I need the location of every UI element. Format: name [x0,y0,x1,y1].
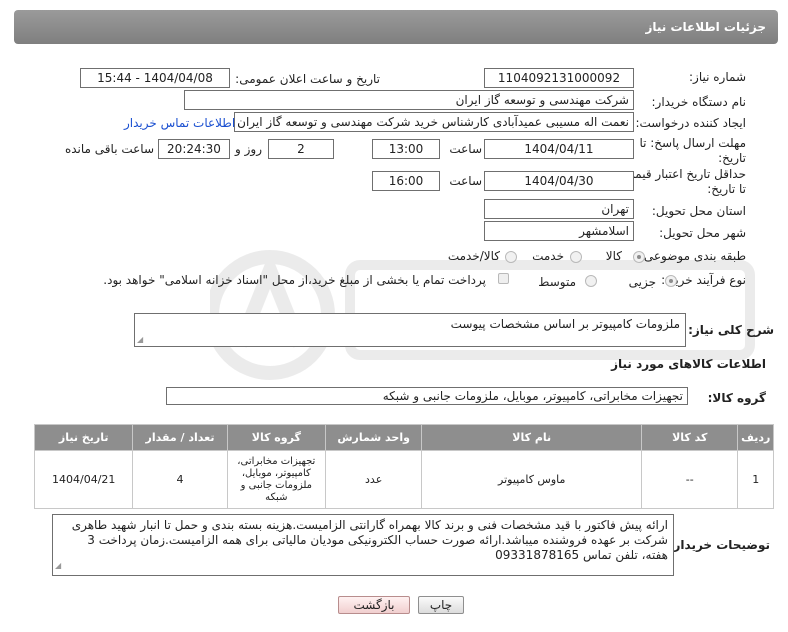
city-field: اسلامشهر [484,221,634,241]
goods-group-label: گروه کالا: [707,391,766,405]
description-field: ملزومات کامپیوتر بر اساس مشخصات پیوست ◢ [134,313,686,347]
price-validity-label-date: تا تاریخ: [707,182,746,196]
goods-section-title: اطلاعات کالاهای مورد نیاز [611,357,766,371]
payment-treasury-note: پرداخت تمام یا بخشی از مبلغ خرید،از محل … [103,273,486,287]
need-number-label: شماره نیاز: [689,70,746,84]
price-time-label: ساعت [449,174,482,188]
process-option-medium: متوسط [538,275,576,289]
cell-group: تجهیزات مخابراتی، کامپیوتر، موبایل، ملزو… [226,450,327,509]
description-label: شرح کلی نیاز: [688,323,774,337]
cell-date: 1404/04/21 [33,450,134,509]
page-title: جزئیات اطلاعات نیاز [645,20,766,34]
table-header-row: ردیف کد کالا نام کالا واحد شمارش گروه کا… [33,424,774,451]
days-label: روز و [235,142,262,156]
buyer-org-field: شرکت مهندسی و توسعه گاز ایران [184,90,634,110]
category-radio-goods-service[interactable] [505,251,517,263]
remaining-time-field: 20:24:30 [158,139,230,159]
announce-date-label: تاریخ و ساعت اعلان عمومی: [235,72,380,86]
col-header-code: کد کالا [641,424,739,451]
requester-field: نعمت اله مسیبی عمیدآبادی کارشناس خرید شر… [234,112,634,132]
goods-table: ردیف کد کالا نام کالا واحد شمارش گروه کا… [33,424,774,509]
reply-deadline-label: مهلت ارسال پاسخ: تا [639,136,746,150]
col-header-qty: تعداد / مقدار [132,424,228,451]
reply-time-label: ساعت [449,142,482,156]
need-number-field: 1104092131000092 [484,68,634,88]
category-label: طبقه بندی موضوعی: [639,249,746,263]
announce-date-field: 1404/04/08 - 15:44 [80,68,230,88]
description-text: ملزومات کامپیوتر بر اساس مشخصات پیوست [450,317,680,331]
process-radio-minor[interactable] [665,275,677,287]
price-validity-label: حداقل تاریخ اعتبار قیمت: [619,167,746,181]
col-header-row: ردیف [737,424,774,451]
resize-grip-icon[interactable]: ◢ [137,335,143,344]
table-row: 1 -- ماوس کامپیوتر عدد تجهیزات مخابراتی،… [33,450,774,509]
resize-grip-icon[interactable]: ◢ [55,558,61,573]
buyer-notes-label: توضیحات خریدار: [668,538,770,552]
category-radio-service[interactable] [570,251,582,263]
goods-group-field: تجهیزات مخابراتی، کامپیوتر، موبایل، ملزو… [166,387,688,405]
process-option-minor: جزیی [628,275,656,289]
category-option-goods: کالا [605,249,622,263]
col-header-name: نام کالا [421,424,643,451]
remaining-time-label: ساعت باقی مانده [64,142,154,156]
cell-name: ماوس کامپیوتر [421,450,643,509]
reply-time-field: 13:00 [372,139,440,159]
price-time-field: 16:00 [372,171,440,191]
process-radio-medium[interactable] [585,275,597,287]
province-field: تهران [484,199,634,219]
buyer-notes-text: ارائه پیش فاکتور با قید مشخصات فنی و برن… [71,518,668,562]
requester-label: ایجاد کننده درخواست: [635,116,746,130]
province-label: استان محل تحویل: [651,204,746,218]
price-date-field: 1404/04/30 [484,171,634,191]
print-button[interactable]: چاپ [418,596,464,614]
col-header-group: گروه کالا [226,424,327,451]
col-header-unit: واحد شمارش [325,424,423,451]
reply-deadline-label-date: تاریخ: [718,151,746,165]
payment-treasury-checkbox[interactable] [498,273,509,284]
category-option-service: خدمت [532,249,564,263]
buyer-contact-link[interactable]: اطلاعات تماس خریدار [124,116,235,130]
page-header: جزئیات اطلاعات نیاز [14,10,778,44]
days-field: 2 [268,139,334,159]
buyer-org-label: نام دستگاه خریدار: [651,95,747,109]
cell-qty: 4 [132,450,228,509]
category-radio-goods[interactable] [633,251,645,263]
buyer-notes-field: ارائه پیش فاکتور با قید مشخصات فنی و برن… [52,514,674,576]
city-label: شهر محل تحویل: [659,226,746,240]
cell-unit: عدد [325,450,423,509]
reply-date-field: 1404/04/11 [484,139,634,159]
category-option-goods-service: کالا/خدمت [447,249,500,263]
back-button[interactable]: بازگشت [338,596,410,614]
col-header-date: تاریخ نیاز [33,424,134,451]
cell-row: 1 [737,450,774,509]
cell-code: -- [641,450,739,509]
